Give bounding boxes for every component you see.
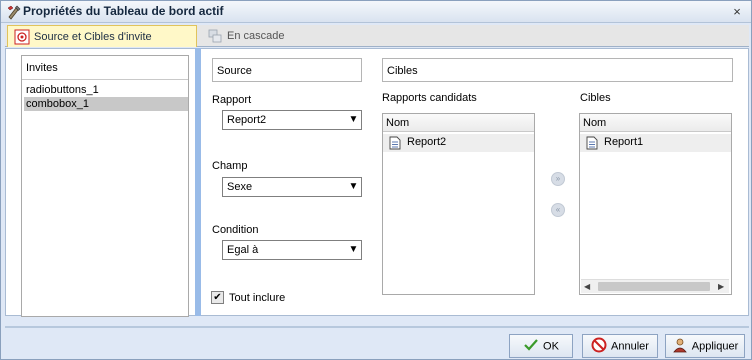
footer-separator [5, 326, 749, 328]
dialog-title: Propriétés du Tableau de bord actif [23, 4, 224, 18]
ok-label: OK [543, 340, 559, 353]
invites-header: Invites [22, 56, 188, 80]
candidates-column-header[interactable]: Nom [383, 114, 534, 132]
row-label: Report2 [407, 136, 447, 148]
apply-person-icon [672, 338, 687, 353]
tab-label: Source et Cibles d'invite [34, 31, 152, 43]
tab-label: En cascade [227, 30, 285, 42]
tab-en-cascade[interactable]: En cascade [201, 25, 301, 47]
dialog-window: Propriétés du Tableau de bord actif × So… [0, 0, 752, 360]
checkmark-icon [524, 339, 538, 351]
list-item[interactable]: combobox_1 [24, 97, 188, 111]
invites-list[interactable]: Invites radiobuttons_1 combobox_1 [21, 55, 189, 317]
tout-inclure-checkbox[interactable]: ✔ [211, 291, 224, 304]
close-icon[interactable]: × [729, 4, 745, 20]
document-icon [586, 136, 598, 150]
rapport-value: Report2 [227, 114, 267, 126]
document-icon [389, 136, 401, 150]
cascade-icon [208, 29, 222, 43]
title-bar: Propriétés du Tableau de bord actif × [1, 1, 751, 23]
cibles-header: Cibles [382, 58, 733, 82]
condition-label: Condition [212, 224, 259, 236]
table-row[interactable]: Report2 [383, 134, 534, 152]
table-row[interactable]: Report1 [580, 134, 731, 152]
row-label: Report1 [604, 136, 644, 148]
horizontal-scrollbar[interactable]: ◀ ▶ [581, 279, 729, 293]
targets-column-header[interactable]: Nom [580, 114, 731, 132]
cancel-label: Annuler [611, 340, 649, 353]
list-item[interactable]: radiobuttons_1 [24, 83, 188, 97]
tab-bar: Source et Cibles d'invite En cascade [5, 25, 749, 47]
ok-button[interactable]: OK [509, 334, 573, 358]
champ-select[interactable]: Sexe ▼ [222, 177, 362, 197]
candidates-grid[interactable]: Nom Report2 [382, 113, 535, 295]
chevron-down-icon[interactable]: ▼ [345, 178, 361, 196]
scroll-left-icon[interactable]: ◀ [584, 282, 592, 292]
rapport-select[interactable]: Report2 ▼ [222, 110, 362, 130]
wrench-pencil-icon [7, 5, 21, 20]
source-header: Source [212, 58, 362, 82]
cancel-button[interactable]: Annuler [582, 334, 658, 358]
panel-divider [195, 48, 201, 316]
champ-value: Sexe [227, 181, 253, 193]
cancel-icon [591, 337, 607, 353]
tab-source-cibles[interactable]: Source et Cibles d'invite [7, 25, 197, 47]
target-icon [14, 29, 30, 45]
chevron-down-icon[interactable]: ▼ [345, 111, 361, 129]
targets-grid[interactable]: Nom Report1 ◀ ▶ [579, 113, 732, 295]
remove-target-button[interactable]: « [551, 203, 565, 217]
targets-title: Cibles [580, 92, 611, 104]
add-target-button[interactable]: » [551, 172, 565, 186]
scrollbar-thumb[interactable] [598, 282, 710, 291]
tout-inclure-label: Tout inclure [229, 292, 286, 304]
rapport-label: Rapport [212, 94, 252, 106]
chevron-down-icon[interactable]: ▼ [345, 241, 361, 259]
apply-button[interactable]: Appliquer [665, 334, 745, 358]
apply-label: Appliquer [691, 340, 739, 353]
condition-value: Egal à [227, 244, 259, 256]
champ-label: Champ [212, 160, 248, 172]
condition-select[interactable]: Egal à ▼ [222, 240, 362, 260]
scroll-right-icon[interactable]: ▶ [718, 282, 726, 292]
candidates-title: Rapports candidats [382, 92, 477, 104]
